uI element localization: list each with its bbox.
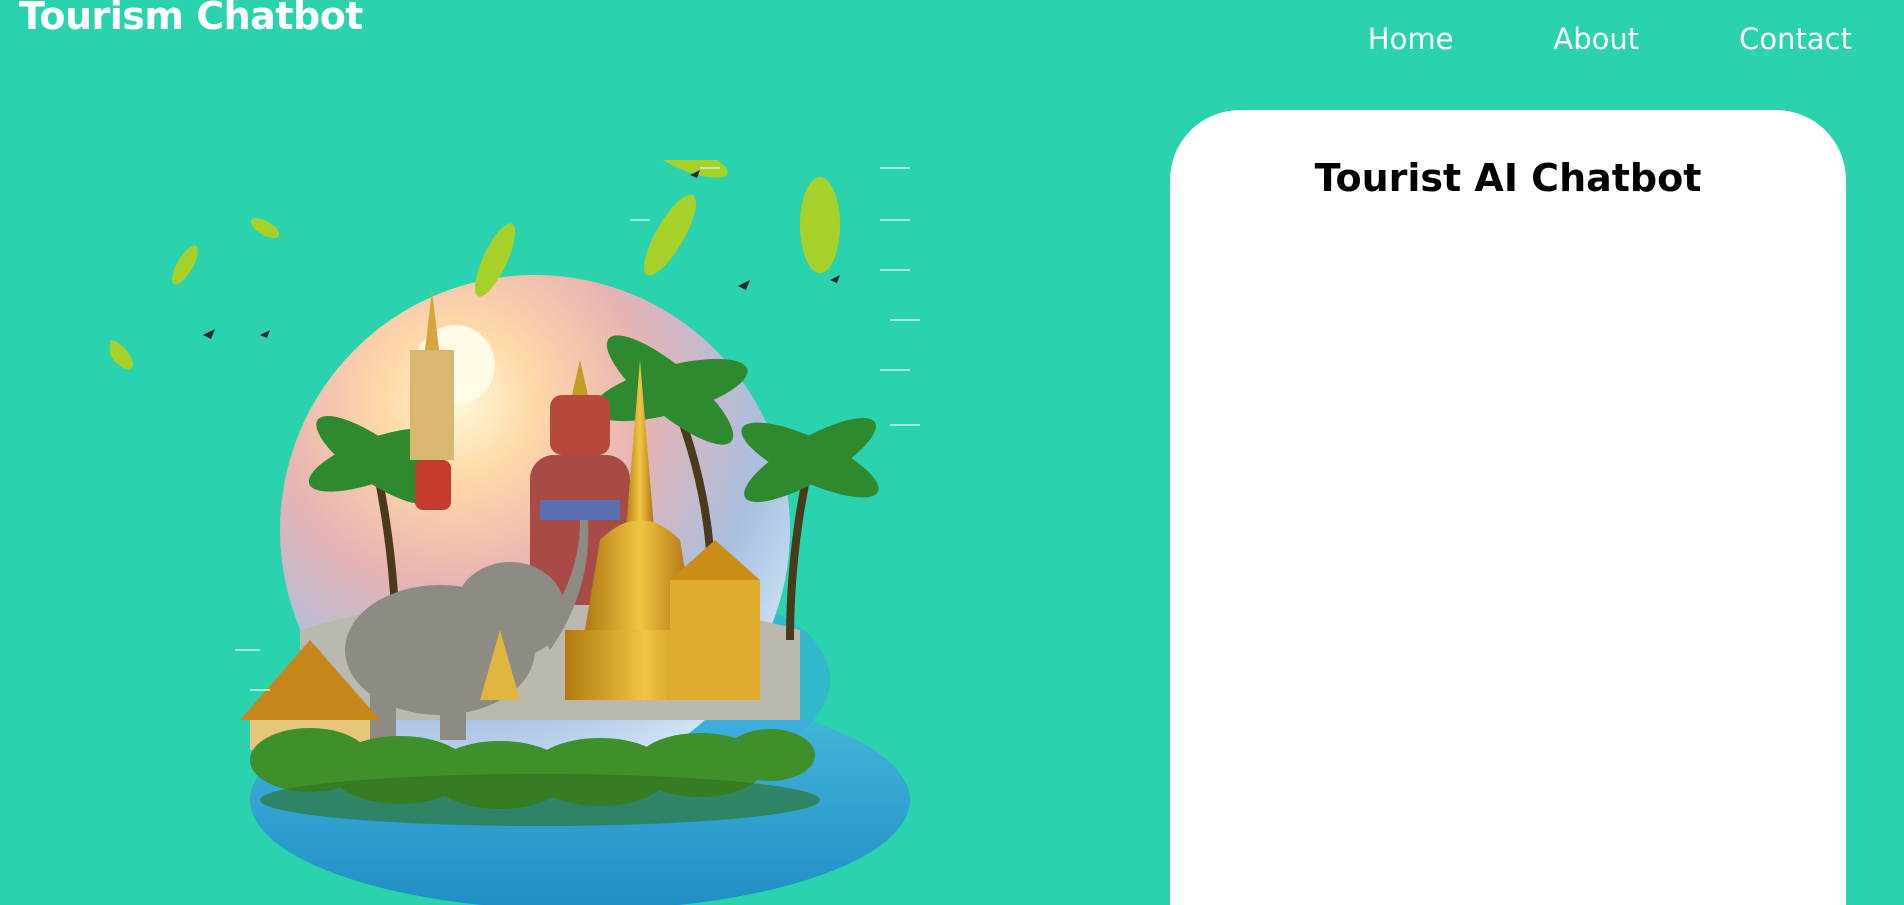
nav-link-contact[interactable]: Contact	[1739, 22, 1852, 56]
chat-title: Tourist AI Chatbot	[1314, 156, 1702, 200]
nav-link-home[interactable]: Home	[1368, 22, 1454, 56]
hero-illustration	[110, 160, 920, 905]
nav-link-about[interactable]: About	[1553, 22, 1639, 56]
chat-panel: Tourist AI Chatbot	[1170, 110, 1846, 905]
top-nav: Home About Contact	[1368, 22, 1852, 56]
site-title: Tourism Chatbot	[19, 0, 363, 38]
page: Tourism Chatbot Home About Contact Touri…	[0, 0, 1904, 905]
